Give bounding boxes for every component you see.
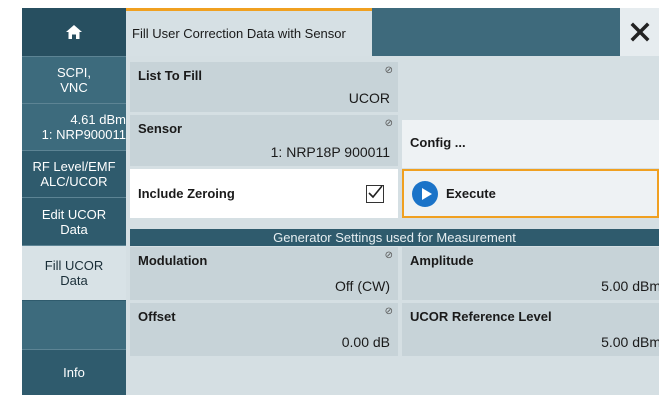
field-label: Modulation <box>138 253 208 268</box>
close-button[interactable] <box>620 8 659 56</box>
config-button-label: Config ... <box>410 135 466 150</box>
home-button[interactable] <box>22 8 126 56</box>
home-icon <box>66 25 82 39</box>
execute-button-label: Execute <box>446 186 496 201</box>
sidebar-item-label: Edit UCOR Data <box>41 206 107 237</box>
sensor-field[interactable]: Sensor ⊘ 1: NRP18P 900011 <box>130 115 398 166</box>
play-icon <box>412 181 438 207</box>
checkbox-icon <box>366 185 384 203</box>
field-label: Include Zeroing <box>138 186 235 201</box>
sidebar-item-info[interactable]: Info <box>22 350 126 395</box>
sidebar-item-label: RF Level/EMF ALC/UCOR <box>32 159 116 189</box>
field-label: Sensor <box>138 121 183 136</box>
close-icon <box>630 22 649 42</box>
level-sensor: 1: NRP900011 <box>41 127 126 142</box>
pin-icon: ⊘ <box>384 250 393 261</box>
modulation-field[interactable]: Modulation ⊘ Off (CW) <box>130 247 398 300</box>
execute-button[interactable]: Execute <box>402 169 659 218</box>
sidebar-item-empty <box>22 301 126 349</box>
sidebar-item-label: SCPI, VNC <box>57 65 91 95</box>
sidebar-item-level-display[interactable]: 4.61 dBm 1: NRP900011 <box>22 104 126 150</box>
pin-icon: ⊘ <box>384 65 393 76</box>
amplitude-field[interactable]: Amplitude 5.00 dBm <box>402 247 659 300</box>
sidebar-item-fill-ucor[interactable]: Fill UCOR Data <box>22 246 126 300</box>
sidebar-item-label: Info <box>63 365 85 380</box>
field-label: List To Fill <box>138 68 203 83</box>
app-window: SCPI, VNC 4.61 dBm 1: NRP900011 RF Level… <box>22 8 659 395</box>
include-zeroing-checkbox[interactable]: Include Zeroing <box>130 169 398 218</box>
sidebar-item-edit-ucor[interactable]: Edit UCOR Data <box>22 198 126 245</box>
header-bar <box>372 8 620 56</box>
ucor-reference-level-field[interactable]: UCOR Reference Level 5.00 dBm <box>402 303 659 356</box>
level-value: 4.61 dBm <box>70 112 126 127</box>
dialog-title: Fill User Correction Data with Sensor <box>132 26 346 41</box>
dialog-content: List To Fill ⊘ UCOR Sensor ⊘ 1: NRP18P 9… <box>126 56 659 395</box>
offset-field[interactable]: Offset ⊘ 0.00 dB <box>130 303 398 356</box>
banner-text: Generator Settings used for Measurement <box>273 230 516 245</box>
generator-settings-banner: Generator Settings used for Measurement <box>130 229 659 246</box>
field-label: Offset <box>138 309 176 324</box>
field-label: Amplitude <box>410 253 474 268</box>
sidebar-item-label: Fill UCOR Data <box>44 258 104 288</box>
list-to-fill-field[interactable]: List To Fill ⊘ UCOR <box>130 62 398 112</box>
config-button[interactable]: Config ... <box>402 120 659 168</box>
field-value: Off (CW) <box>335 278 390 294</box>
field-label: UCOR Reference Level <box>410 309 552 324</box>
field-value: UCOR <box>348 90 390 106</box>
dialog-tab[interactable]: Fill User Correction Data with Sensor <box>126 8 372 56</box>
sidebar-item-scpi-vnc[interactable]: SCPI, VNC <box>22 57 126 103</box>
field-value: 1: NRP18P 900011 <box>270 144 390 160</box>
sidebar-item-rf-level[interactable]: RF Level/EMF ALC/UCOR <box>22 151 126 197</box>
pin-icon: ⊘ <box>384 118 393 129</box>
sidebar: SCPI, VNC 4.61 dBm 1: NRP900011 RF Level… <box>22 8 126 395</box>
field-value: 0.00 dB <box>341 334 390 350</box>
pin-icon: ⊘ <box>384 306 393 317</box>
field-value: 5.00 dBm <box>601 278 659 294</box>
field-value: 5.00 dBm <box>601 334 659 350</box>
